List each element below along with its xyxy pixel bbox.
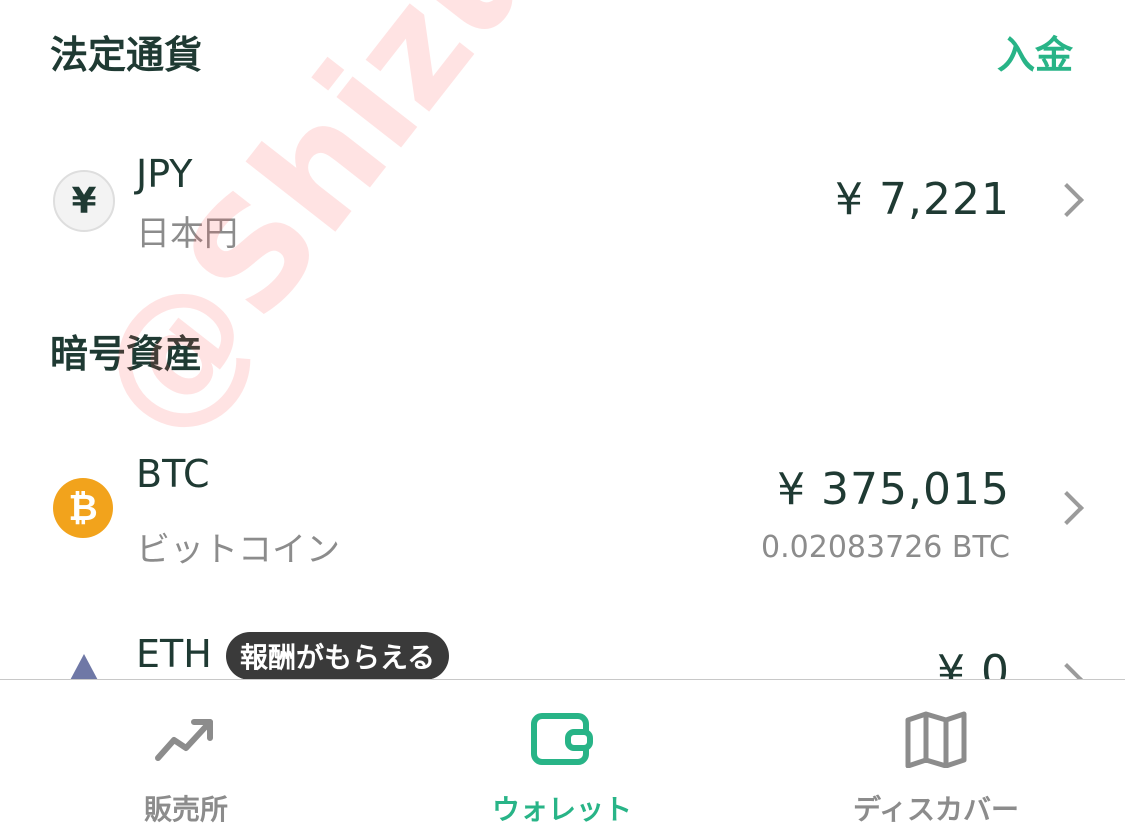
nav-label: 販売所 xyxy=(143,793,228,826)
map-icon xyxy=(905,711,967,768)
chevron-right-icon xyxy=(1050,491,1084,525)
trend-up-icon xyxy=(155,719,213,761)
ethereum-icon xyxy=(68,654,100,680)
asset-symbol: JPY xyxy=(136,152,193,196)
chevron-right-icon xyxy=(1050,663,1084,680)
nav-label: ウォレット xyxy=(491,793,632,826)
asset-name: 日本円 xyxy=(136,214,238,254)
bottom-nav: 販売所 ウォレット ディスカバー xyxy=(0,679,1125,833)
fiat-section-title: 法定通貨 xyxy=(50,33,203,77)
wallet-icon xyxy=(531,713,593,765)
asset-name: ビットコイン xyxy=(136,530,340,570)
asset-row-jpy[interactable]: ¥ JPY 日本円 ¥ 7,221 xyxy=(0,140,1125,270)
reward-badge: 報酬がもらえる xyxy=(226,632,450,680)
asset-symbol: ETH xyxy=(136,632,212,676)
asset-amount: ¥ 375,015 xyxy=(777,464,1010,515)
asset-row-btc[interactable]: ₿ BTC ビットコイン ¥ 375,015 0.02083726 BTC xyxy=(0,440,1125,590)
bitcoin-icon: ₿ xyxy=(53,478,113,538)
nav-item-discover[interactable]: ディスカバー xyxy=(786,680,1086,833)
asset-holding: 0.02083726 BTC xyxy=(761,530,1010,565)
nav-label: ディスカバー xyxy=(852,793,1020,826)
asset-symbol: BTC xyxy=(136,452,210,496)
nav-item-store[interactable]: 販売所 xyxy=(36,680,336,833)
nav-item-wallet[interactable]: ウォレット xyxy=(412,680,712,833)
asset-amount: ¥ 0 xyxy=(937,646,1010,680)
asset-row-eth[interactable]: ETH 報酬がもらえる ¥ 0 xyxy=(0,620,1125,680)
chevron-right-icon xyxy=(1050,183,1084,217)
deposit-button[interactable]: 入金 xyxy=(997,24,1073,79)
asset-amount: ¥ 7,221 xyxy=(835,174,1010,225)
crypto-section-title: 暗号資産 xyxy=(50,332,203,376)
yen-icon: ¥ xyxy=(53,170,115,232)
